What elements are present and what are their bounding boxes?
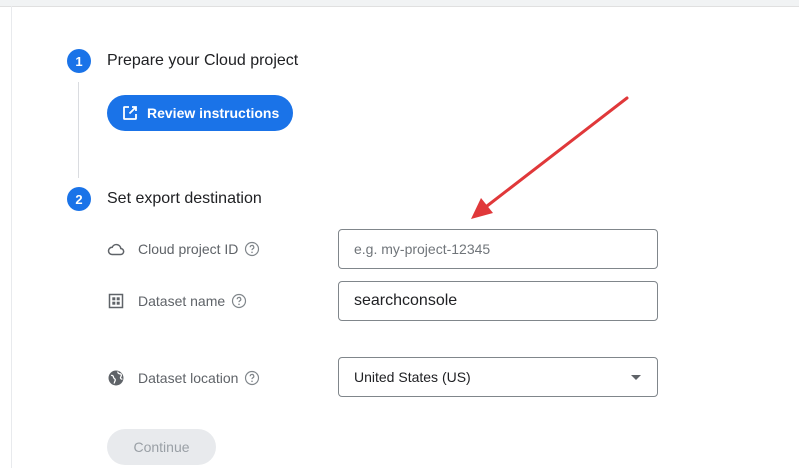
top-bar <box>0 0 799 7</box>
dataset-name-input[interactable] <box>338 281 658 321</box>
content-left-border <box>11 6 12 468</box>
dataset-name-label: Dataset name <box>138 293 226 309</box>
dataset-location-value: United States (US) <box>354 369 471 385</box>
dataset-location-select[interactable]: United States (US) <box>338 357 658 397</box>
step-2-title: Set export destination <box>107 190 262 207</box>
cloud-icon <box>107 240 125 258</box>
step-2-number: 2 <box>67 187 91 211</box>
review-instructions-label: Review instructions <box>147 105 280 121</box>
globe-icon <box>107 369 125 387</box>
table-grid-icon <box>107 292 125 310</box>
cloud-project-id-label-row: Cloud project ID <box>107 240 260 258</box>
review-instructions-button[interactable]: Review instructions <box>107 95 293 131</box>
dataset-location-label-row: Dataset location <box>107 369 260 387</box>
cloud-project-id-label: Cloud project ID <box>138 241 239 257</box>
cloud-project-id-input[interactable] <box>338 229 658 269</box>
step-1-number: 1 <box>67 49 91 73</box>
dataset-name-label-row: Dataset name <box>107 292 247 310</box>
dropdown-caret-icon <box>631 374 641 380</box>
continue-button: Continue <box>107 429 216 465</box>
dataset-location-label: Dataset location <box>138 370 239 386</box>
step-connector-line <box>78 82 79 178</box>
help-icon[interactable] <box>244 370 260 386</box>
help-icon[interactable] <box>231 293 247 309</box>
step-1-title: Prepare your Cloud project <box>107 52 299 69</box>
open-in-new-icon <box>121 104 139 122</box>
help-icon[interactable] <box>244 241 260 257</box>
